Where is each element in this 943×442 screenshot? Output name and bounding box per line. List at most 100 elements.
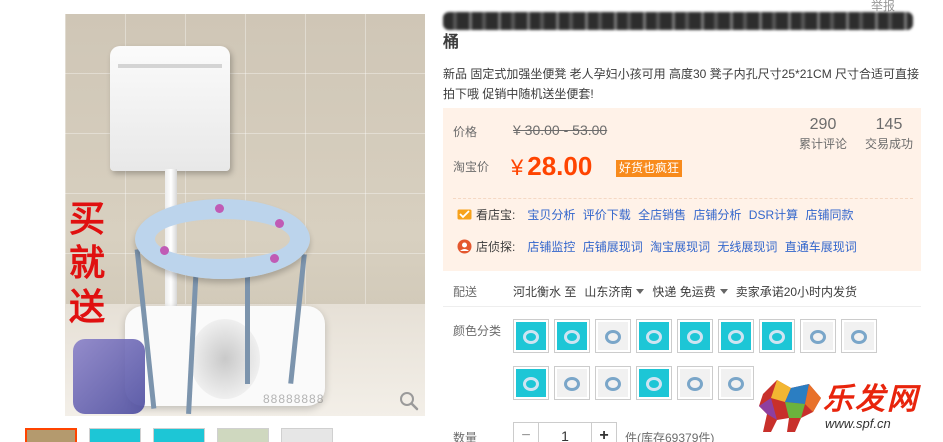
seat-ring-icon: [687, 377, 703, 391]
color-swatch[interactable]: [841, 319, 877, 353]
taobao-price-label: 淘宝价: [453, 160, 490, 174]
quantity-increase-button[interactable]: +: [591, 422, 617, 442]
bull-logo-icon: [759, 380, 821, 432]
kandianbao-link-same-items[interactable]: 店铺同款: [805, 208, 853, 222]
quantity-input[interactable]: 1: [539, 422, 591, 442]
price-label: 价格: [453, 125, 478, 139]
color-swatch[interactable]: [677, 319, 713, 353]
currency-symbol: ¥: [511, 155, 524, 180]
kandianbao-link-review-download[interactable]: 评价下载: [583, 208, 631, 222]
color-swatch[interactable]: [759, 319, 795, 353]
thumbnail[interactable]: [25, 428, 77, 442]
sales-count: 145: [875, 116, 903, 133]
checkmark-mail-icon: [457, 209, 472, 220]
seat-ring-icon: [523, 330, 539, 344]
seat-ring-icon: [851, 330, 867, 344]
color-swatch[interactable]: [718, 366, 754, 400]
dianzhentan-link-ztc-keywords[interactable]: 直通车展现词: [785, 240, 857, 254]
dianzhentan-link-store-keywords[interactable]: 店铺展现词: [583, 240, 643, 254]
image-watermark: 88888888: [263, 392, 325, 406]
dianzhentan-link-store-monitor[interactable]: 店铺监控: [527, 240, 575, 254]
price-box: 价格 ¥ 30.00 - 53.00 290 累计评论 145 交易成功 淘宝价…: [443, 108, 921, 271]
dianzhentan-row: 店侦探: 店铺监控 店铺展现词 淘宝展现词 无线展现词 直通车展现词: [457, 237, 861, 257]
stool-leg: [245, 264, 250, 384]
chevron-down-icon[interactable]: [719, 289, 728, 294]
color-swatch[interactable]: [800, 319, 836, 353]
delivery-info: 河北衡水 至山东济南 快递 免运费 卖家承诺20小时内发货: [513, 283, 865, 300]
swatch-thumbnail: [844, 322, 874, 350]
product-title: 桶: [443, 10, 921, 54]
swatch-thumbnail: [680, 322, 710, 350]
seat-ring-icon: [564, 377, 580, 391]
chevron-down-icon[interactable]: [636, 289, 645, 294]
section-divider: [443, 306, 921, 307]
swatch-thumbnail: [598, 369, 628, 397]
thumbnail[interactable]: [217, 428, 269, 442]
swatch-thumbnail: [639, 369, 669, 397]
color-swatch[interactable]: [595, 319, 631, 353]
color-swatch[interactable]: [677, 366, 713, 400]
thumbnail[interactable]: [89, 428, 141, 442]
detective-icon: [457, 239, 472, 254]
color-swatch[interactable]: [554, 366, 590, 400]
dianzhentan-link-taobao-keywords[interactable]: 淘宝展现词: [650, 240, 710, 254]
swatch-thumbnail: [762, 322, 792, 350]
delivery-promise: 卖家承诺20小时内发货: [735, 285, 858, 299]
seat-flower: [270, 254, 279, 263]
kandianbao-link-store-analysis[interactable]: 店铺分析: [693, 208, 741, 222]
review-count: 290: [809, 116, 837, 133]
thumbnail[interactable]: [281, 428, 333, 442]
color-swatch[interactable]: [513, 319, 549, 353]
main-product-photo[interactable]: 买就送 88888888: [65, 14, 425, 416]
color-swatch[interactable]: [636, 319, 672, 353]
color-swatch[interactable]: [718, 319, 754, 353]
delivery-destination[interactable]: 山东济南: [584, 285, 632, 299]
gift-seat-cover: [73, 339, 145, 414]
color-label: 颜色分类: [453, 324, 502, 338]
color-swatch[interactable]: [513, 366, 549, 400]
kandianbao-link-dsr-calc[interactable]: DSR计算: [749, 208, 798, 222]
dianzhentan-label: 店侦探:: [476, 240, 516, 254]
toilet-tank: [110, 46, 230, 171]
sales-label: 交易成功: [864, 137, 913, 151]
review-stat[interactable]: 290 累计评论: [793, 116, 853, 154]
quantity-label: 数量: [453, 431, 478, 442]
promo-text: 买就送: [69, 199, 106, 327]
stock-text: 件(库存69379件): [625, 431, 715, 442]
color-swatch[interactable]: [554, 319, 590, 353]
seat-flower: [215, 204, 224, 213]
seat-ring-icon: [605, 377, 621, 391]
color-swatch[interactable]: [636, 366, 672, 400]
thumbnail-strip: [25, 428, 430, 442]
kandianbao-link-product-analysis[interactable]: 宝贝分析: [527, 208, 575, 222]
delivery-method[interactable]: 快递 免运费: [652, 285, 715, 299]
seat-ring-icon: [646, 330, 662, 344]
seat-ring-icon: [564, 330, 580, 344]
taobao-price-value: 28.00: [527, 151, 593, 181]
quantity-decrease-button[interactable]: −: [513, 422, 539, 442]
thumbnail[interactable]: [153, 428, 205, 442]
swatch-thumbnail: [803, 322, 833, 350]
site-logo: 乐发网 www.spf.cn: [755, 372, 941, 442]
seat-ring-icon: [523, 377, 539, 391]
seat-flower: [275, 219, 284, 228]
sales-stat[interactable]: 145 交易成功: [859, 116, 919, 154]
kandianbao-row: 看店宝: 宝贝分析 评价下载 全店销售 店铺分析 DSR计算 店铺同款: [457, 205, 857, 225]
promo-badge[interactable]: 好货也疯狂: [616, 160, 683, 177]
price-divider: [453, 198, 913, 199]
review-label: 累计评论: [798, 137, 847, 151]
seat-ring-icon: [810, 330, 826, 344]
dianzhentan-link-wireless-keywords[interactable]: 无线展现词: [717, 240, 777, 254]
color-swatch[interactable]: [595, 366, 631, 400]
product-gallery: 买就送 88888888: [0, 0, 430, 442]
kandianbao-link-store-sales[interactable]: 全店销售: [638, 208, 686, 222]
zoom-icon[interactable]: [398, 390, 420, 412]
obscured-title-text: [443, 11, 913, 30]
swatch-thumbnail: [721, 369, 751, 397]
seat-ring-icon: [646, 377, 662, 391]
kandianbao-label: 看店宝:: [476, 208, 516, 222]
swatch-thumbnail: [557, 322, 587, 350]
swatch-thumbnail: [516, 322, 546, 350]
seat-ring-icon: [605, 330, 621, 344]
swatch-thumbnail: [598, 322, 628, 350]
